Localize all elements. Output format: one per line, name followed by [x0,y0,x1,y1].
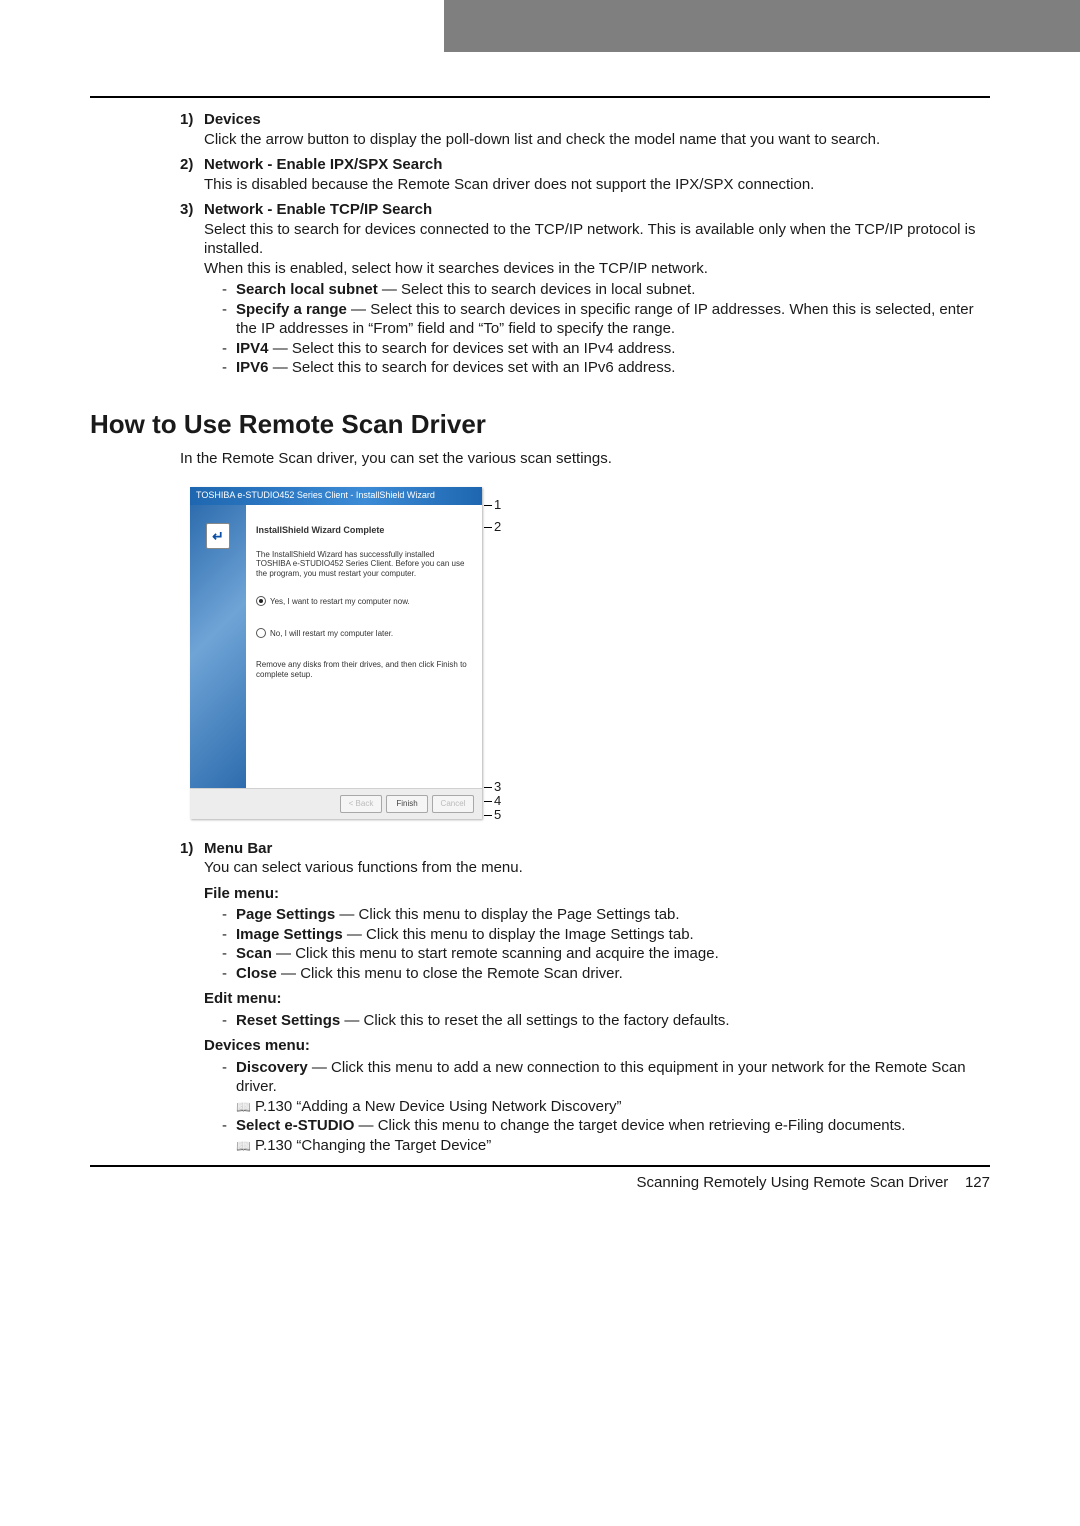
section-heading: How to Use Remote Scan Driver [90,408,990,442]
sub-list-item: -Scan — Click this menu to start remote … [222,944,990,964]
intro-paragraph: In the Remote Scan driver, you can set t… [90,449,990,469]
sub-list-item: -Specify a range — Select this to search… [222,300,990,339]
numbered-list-2: 1) Menu Bar You can select various funct… [90,839,990,1156]
sub-list-item: -Page Settings — Click this menu to disp… [222,905,990,925]
radio-icon [256,596,266,606]
sub-list-item: -Image Settings — Click this menu to dis… [222,925,990,945]
item-title: Devices [204,111,261,128]
wizard-heading: InstallShield Wizard Complete [256,525,468,536]
wizard-icon: ↵ [206,523,230,549]
item-title: Menu Bar [204,840,272,857]
wizard-side-panel: ↵ [190,505,246,788]
figure-callouts: 1 2 3 4 5 [490,487,526,819]
item-title: Network - Enable IPX/SPX Search [204,156,442,173]
list-item: 1) Devices Click the arrow button to dis… [180,110,990,149]
radio-label: No, I will restart my computer later. [270,629,393,639]
wizard-button-bar: < Back Finish Cancel [190,788,482,819]
sub-list-item: -IPV6 — Select this to search for device… [222,358,990,378]
cancel-button[interactable]: Cancel [432,795,474,813]
list-item: 2) Network - Enable IPX/SPX Search This … [180,155,990,194]
book-icon [236,1098,255,1115]
sub-list-item: -IPV4 — Select this to search for device… [222,339,990,359]
callout-2: 2 [494,519,501,536]
top-header-bar [0,0,1080,52]
item-title: Network - Enable TCP/IP Search [204,201,432,218]
wizard-note: Remove any disks from their drives, and … [256,660,468,679]
item-text: Select this to search for devices connec… [204,221,976,258]
sub-list: -Search local subnet — Select this to se… [204,280,990,378]
file-menu-label: File menu: [204,884,990,904]
sub-list-item: -Discovery — Click this menu to add a ne… [222,1058,990,1117]
sub-list-item: -Close — Click this menu to close the Re… [222,964,990,984]
item-text: Click the arrow button to display the po… [204,131,880,148]
edit-menu-label: Edit menu: [204,989,990,1009]
book-icon [236,1137,255,1154]
item-number: 2) [180,155,204,194]
devices-menu-label: Devices menu: [204,1036,990,1056]
item-text: This is disabled because the Remote Scan… [204,176,814,193]
item-text: You can select various functions from th… [204,859,523,876]
page-reference: P.130 “Changing the Target Device” [255,1137,491,1154]
sub-list-item: -Reset Settings — Click this to reset th… [222,1011,990,1031]
wizard-title-bar: TOSHIBA e-STUDIO452 Series Client - Inst… [190,487,482,505]
page-reference: P.130 “Adding a New Device Using Network… [255,1098,622,1115]
list-item: 1) Menu Bar You can select various funct… [180,839,990,1156]
radio-restart-now[interactable]: Yes, I want to restart my computer now. [256,596,468,606]
list-item: 3) Network - Enable TCP/IP Search Select… [180,200,990,378]
item-number: 3) [180,200,204,378]
page-number: 127 [965,1174,990,1191]
wizard-body-text: The InstallShield Wizard has successfull… [256,550,468,579]
wizard-figure: TOSHIBA e-STUDIO452 Series Client - Inst… [190,487,990,819]
radio-label: Yes, I want to restart my computer now. [270,597,410,607]
item-text-2: When this is enabled, select how it sear… [204,260,708,277]
document-page: 1) Devices Click the arrow button to dis… [0,52,1080,1211]
sub-list-item: -Search local subnet — Select this to se… [222,280,990,300]
callout-5: 5 [494,807,501,824]
installshield-wizard-window: TOSHIBA e-STUDIO452 Series Client - Inst… [190,487,482,819]
numbered-list-1: 1) Devices Click the arrow button to dis… [90,110,990,378]
back-button[interactable]: < Back [340,795,382,813]
page-footer: Scanning Remotely Using Remote Scan Driv… [90,1167,990,1193]
item-number: 1) [180,839,204,1156]
callout-1: 1 [494,497,501,514]
radio-restart-later[interactable]: No, I will restart my computer later. [256,628,468,638]
radio-icon [256,628,266,638]
sub-list-item: -Select e-STUDIO — Click this menu to ch… [222,1116,990,1155]
finish-button[interactable]: Finish [386,795,428,813]
item-number: 1) [180,110,204,149]
footer-label: Scanning Remotely Using Remote Scan Driv… [636,1174,948,1191]
